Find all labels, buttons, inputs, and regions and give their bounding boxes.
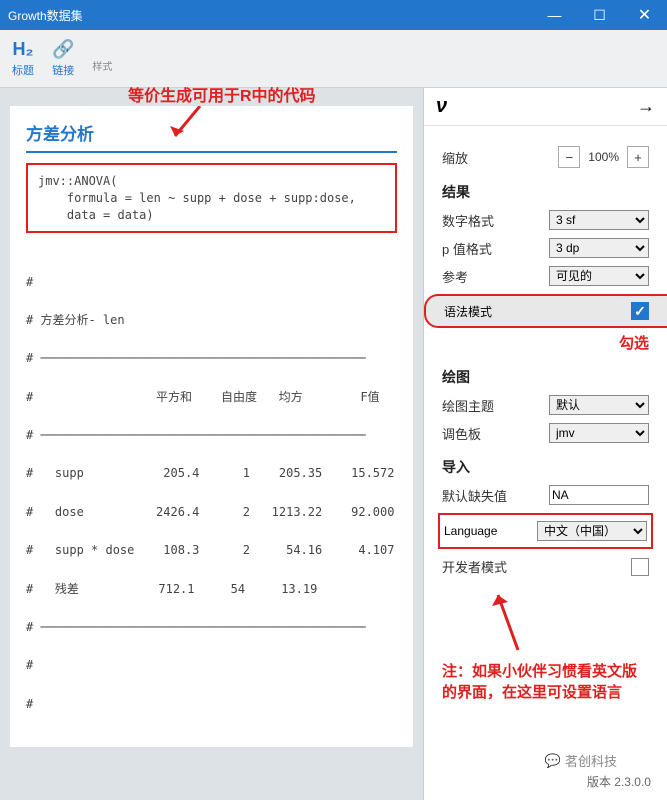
options-panel: ν → 缩放 − 100% + 结果 数字格式3 sf p 值格式3 dp 参考… bbox=[423, 88, 667, 800]
arrow-icon bbox=[488, 590, 528, 660]
minimize-button[interactable]: — bbox=[532, 0, 577, 30]
palette-select[interactable]: jmv bbox=[549, 423, 649, 443]
annotation-lang: 注：如果小伙伴习惯看英文版的界面，在这里可设置语言 bbox=[442, 661, 649, 703]
annotation-code: 等价生成可用于R中的代码 bbox=[128, 82, 316, 106]
panel-header: ν → bbox=[424, 88, 667, 126]
link-icon: 🔗 bbox=[52, 39, 74, 60]
analysis-title: 方差分析 bbox=[26, 120, 397, 153]
arrow-icon bbox=[170, 106, 210, 146]
watermark: 💬茗创科技 bbox=[545, 751, 617, 770]
heading-label: 标题 bbox=[12, 62, 34, 78]
zoom-out-button[interactable]: − bbox=[558, 146, 580, 168]
link-label: 链接 bbox=[52, 62, 74, 78]
number-format-select[interactable]: 3 sf bbox=[549, 210, 649, 230]
results-section: 结果 bbox=[442, 182, 649, 202]
p-format-select[interactable]: 3 dp bbox=[549, 238, 649, 258]
dev-mode-checkbox[interactable] bbox=[631, 558, 649, 576]
output-sheet: 方差分析 jmv::ANOVA( formula = len ~ supp + … bbox=[10, 106, 413, 747]
language-select[interactable]: 中文（中国） bbox=[537, 521, 647, 541]
link-tool[interactable]: 🔗 链接 bbox=[52, 39, 74, 78]
wechat-icon: 💬 bbox=[545, 753, 561, 769]
close-button[interactable]: ✕ bbox=[622, 0, 667, 30]
jamovi-logo-icon: ν bbox=[436, 95, 447, 118]
language-row: Language 中文（中国） bbox=[438, 513, 653, 549]
syntax-mode-checkbox[interactable]: ✓ bbox=[631, 302, 649, 320]
anova-table: # # 方差分析- len # ────────────────────────… bbox=[26, 253, 397, 733]
maximize-button[interactable]: ☐ bbox=[577, 0, 622, 30]
version-label: 版本 2.3.0.0 bbox=[587, 773, 651, 790]
import-section: 导入 bbox=[442, 457, 649, 477]
refs-select[interactable]: 可见的 bbox=[549, 266, 649, 286]
missing-value-input[interactable] bbox=[549, 485, 649, 505]
zoom-row: 缩放 − 100% + bbox=[442, 146, 649, 168]
toolbar: H₂ 标题 🔗 链接 样式 bbox=[0, 30, 667, 88]
r-code-box[interactable]: jmv::ANOVA( formula = len ~ supp + dose … bbox=[26, 163, 397, 233]
zoom-in-button[interactable]: + bbox=[627, 146, 649, 168]
style-label: 样式 bbox=[92, 58, 112, 73]
annotation-check: 勾选 bbox=[442, 332, 649, 353]
results-pane: 等价生成可用于R中的代码 方差分析 jmv::ANOVA( formula = … bbox=[0, 88, 423, 800]
syntax-mode-row: 语法模式 ✓ bbox=[424, 294, 667, 328]
window-controls: — ☐ ✕ bbox=[532, 0, 667, 30]
heading-icon: H₂ bbox=[13, 39, 34, 60]
plots-section: 绘图 bbox=[442, 367, 649, 387]
window-title: Growth数据集 bbox=[8, 7, 83, 24]
title-bar: Growth数据集 — ☐ ✕ bbox=[0, 0, 667, 30]
heading-tool[interactable]: H₂ 标题 bbox=[12, 39, 34, 78]
plot-theme-select[interactable]: 默认 bbox=[549, 395, 649, 415]
forward-icon[interactable]: → bbox=[637, 96, 655, 117]
zoom-value: 100% bbox=[582, 150, 625, 164]
